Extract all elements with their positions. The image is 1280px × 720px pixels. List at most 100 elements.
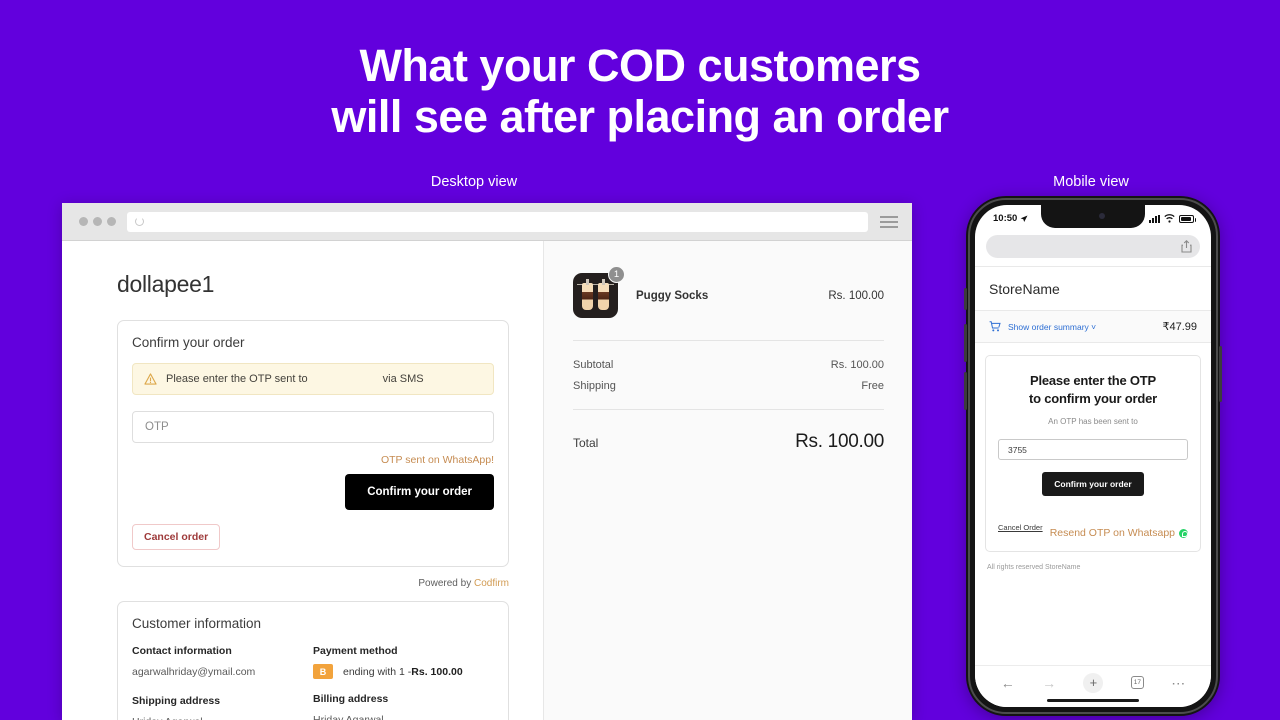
mobile-store-name: StoreName: [975, 267, 1211, 311]
shipping-address-name: Hriday Agarwal: [132, 714, 313, 720]
desktop-browser-window: dollapee1 Confirm your order Please ente…: [62, 203, 912, 720]
shipping-value: Free: [861, 380, 884, 392]
cellular-signal-icon: [1149, 214, 1160, 223]
page-headline: What your COD customers will see after p…: [0, 40, 1280, 142]
mobile-otp-input[interactable]: 3755: [998, 439, 1188, 460]
subtotal-row: Subtotal Rs. 100.00: [573, 359, 884, 371]
mobile-confirm-order-button[interactable]: Confirm your order: [1042, 472, 1144, 496]
mobile-otp-title-line2: to confirm your order: [1029, 391, 1157, 406]
otp-input-placeholder: OTP: [145, 421, 169, 433]
warning-triangle-icon: [144, 373, 157, 385]
wifi-icon: [1164, 214, 1175, 223]
mobile-cancel-order-link[interactable]: Cancel Order: [998, 523, 1043, 532]
total-row: Total Rs. 100.00: [573, 410, 884, 453]
mobile-resend-otp-link[interactable]: Resend OTP on Whatsapp: [1050, 527, 1188, 539]
cancel-order-button[interactable]: Cancel order: [132, 524, 221, 550]
chevron-down-icon: ˅: [1091, 321, 1097, 332]
otp-whatsapp-note: OTP sent on WhatsApp!: [380, 454, 494, 466]
powered-by-prefix: Powered by: [418, 578, 474, 589]
headline-line-1: What your COD customers: [359, 40, 921, 91]
tabs-count-icon[interactable]: 17: [1130, 676, 1144, 689]
share-icon[interactable]: [1181, 240, 1192, 253]
location-arrow-icon: [1020, 215, 1028, 222]
checkout-left-column: dollapee1 Confirm your order Please ente…: [62, 241, 543, 720]
shipping-row: Shipping Free: [573, 380, 884, 392]
otp-warning-text: Please enter the OTP sent to: [166, 373, 308, 385]
status-time: 10:50: [993, 213, 1018, 224]
battery-icon: [1179, 214, 1196, 223]
mobile-view-label: Mobile view: [1053, 174, 1129, 190]
mobile-otp-value: 3755: [1008, 444, 1027, 455]
mobile-footer-text: All rights reserved StoreName: [987, 564, 1081, 571]
phone-power-button: [1219, 346, 1222, 402]
product-price: Rs. 100.00: [828, 289, 884, 302]
show-order-summary-label: Show order summary: [1008, 321, 1089, 332]
close-window-button[interactable]: [79, 217, 88, 226]
mobile-order-total: ₹47.99: [1162, 321, 1197, 333]
browser-chrome: [62, 203, 912, 241]
shipping-label: Shipping: [573, 380, 616, 392]
order-summary-panel: 1 Puggy Socks Rs. 100.00 Subtotal Rs. 10…: [543, 241, 912, 720]
maximize-window-button[interactable]: [107, 217, 116, 226]
product-name: Puggy Socks: [636, 289, 709, 302]
mobile-order-summary-bar[interactable]: Show order summary ˅ ₹47.99: [975, 311, 1211, 343]
address-bar[interactable]: [127, 211, 868, 232]
cart-icon: [989, 321, 1001, 332]
store-title: dollapee1: [117, 271, 215, 297]
headline-line-2: will see after placing an order: [331, 91, 949, 142]
mobile-otp-card: Please enter the OTP to confirm your ord…: [985, 355, 1201, 552]
front-camera-icon: [1099, 213, 1105, 219]
payment-method-amount: Rs. 100.00: [411, 665, 463, 678]
payment-card-badge-icon: B: [313, 664, 333, 679]
hamburger-icon[interactable]: [880, 213, 898, 231]
mobile-address-bar[interactable]: [986, 235, 1200, 258]
arrow-right-icon[interactable]: →: [1042, 676, 1056, 690]
payment-method-row: B ending with 1 - Rs. 100.00: [313, 664, 494, 679]
mobile-resend-otp-label: Resend OTP on Whatsapp: [1049, 527, 1175, 539]
arrow-left-icon[interactable]: ←: [1001, 676, 1015, 690]
phone-volume-up-button: [964, 324, 967, 362]
mobile-otp-title-line1: Please enter the OTP: [1029, 373, 1157, 388]
otp-card-title: Confirm your order: [132, 335, 245, 350]
whatsapp-icon: [1179, 528, 1188, 538]
contact-email-value: agarwalhriday@ymail.com: [132, 666, 256, 678]
confirm-order-button[interactable]: Confirm your order: [345, 474, 494, 510]
subtotal-label: Subtotal: [573, 359, 614, 371]
mobile-otp-title: Please enter the OTP to confirm your ord…: [998, 372, 1188, 408]
customer-information-card: Customer information Contact information…: [117, 601, 509, 720]
otp-confirm-card: Confirm your order Please enter the OTP …: [117, 320, 509, 567]
billing-address-name: Hriday Agarwal: [313, 714, 384, 720]
otp-warning-channel: via SMS: [382, 373, 424, 385]
phone-screen: 10:50 StoreName Show order summary ˅ ₹47…: [975, 205, 1211, 707]
phone-mute-switch: [964, 288, 967, 310]
payment-method-text: ending with 1 -: [343, 665, 412, 678]
payment-method-heading: Payment method: [313, 645, 398, 657]
plus-icon[interactable]: +: [1083, 672, 1104, 693]
billing-address-heading: Billing address: [313, 693, 389, 705]
phone-volume-down-button: [964, 372, 967, 410]
subtotal-value: Rs. 100.00: [830, 359, 884, 371]
mobile-phone-mockup: 10:50 StoreName Show order summary ˅ ₹47…: [964, 196, 1222, 716]
window-controls[interactable]: [79, 217, 116, 226]
ellipsis-icon[interactable]: ⋯: [1171, 676, 1185, 690]
mobile-otp-subtitle: An OTP has been sent to: [1048, 417, 1138, 426]
contact-information-heading: Contact information: [132, 645, 232, 657]
shipping-address-heading: Shipping address: [132, 695, 221, 707]
total-label: Total: [573, 436, 599, 450]
minimize-window-button[interactable]: [93, 217, 102, 226]
mobile-checkout-page: StoreName Show order summary ˅ ₹47.99 Pl…: [975, 266, 1211, 571]
product-quantity-badge: 1: [608, 266, 625, 283]
powered-by-label: Powered by Codfirm: [117, 578, 509, 589]
customer-information-title: Customer information: [132, 616, 262, 631]
phone-notch: [1041, 205, 1145, 228]
desktop-view-label: Desktop view: [430, 174, 518, 190]
otp-warning-banner: Please enter the OTP sent to via SMS: [132, 363, 494, 395]
show-order-summary-link[interactable]: Show order summary ˅: [1008, 322, 1162, 332]
otp-input[interactable]: OTP: [132, 411, 494, 443]
powered-by-brand: Codfirm: [473, 578, 509, 589]
loading-spinner-icon: [135, 217, 144, 226]
home-indicator: [1047, 698, 1139, 702]
order-line-item: 1 Puggy Socks Rs. 100.00: [573, 266, 884, 340]
browser-viewport: dollapee1 Confirm your order Please ente…: [62, 241, 912, 720]
total-value: Rs. 100.00: [795, 431, 884, 452]
